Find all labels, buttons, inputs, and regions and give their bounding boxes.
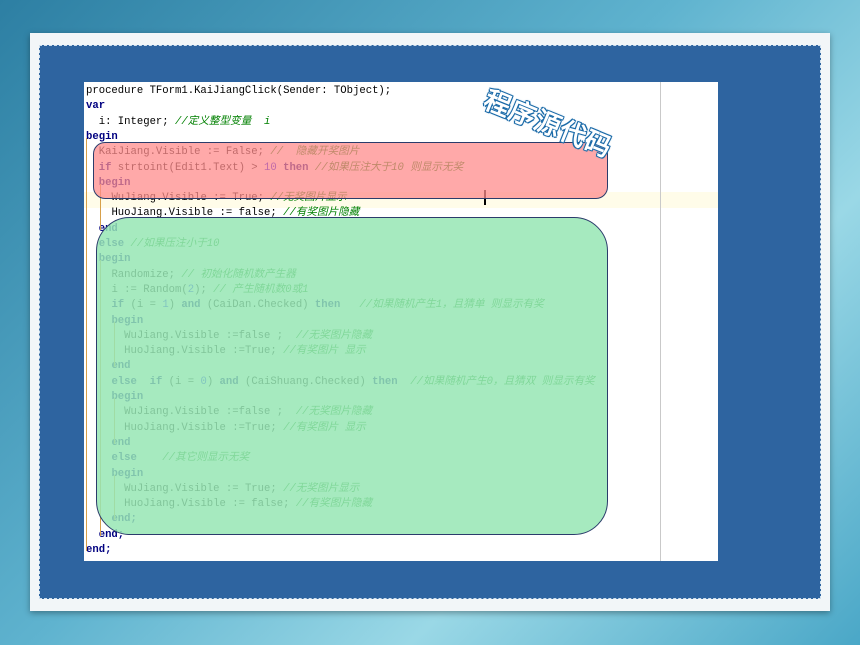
highlight-box-random-branch — [96, 217, 608, 535]
code-line: var — [86, 99, 105, 114]
code-comment: //定义整型变量 i — [175, 115, 271, 128]
code-line: i: Integer; //定义整型变量 i — [86, 115, 271, 130]
block-structure-marker — [86, 137, 87, 551]
right-margin-guide — [660, 82, 661, 561]
code-text: procedure TForm1.KaiJiangClick(Sender: T… — [86, 85, 392, 97]
code-line: end; — [86, 543, 111, 558]
code-line: procedure TForm1.KaiJiangClick(Sender: T… — [86, 84, 391, 99]
code-text: i: Integer; — [98, 115, 176, 128]
highlight-box-no-prize — [93, 142, 608, 199]
code-keyword: var — [86, 100, 106, 113]
code-keyword: end; — [86, 544, 112, 556]
